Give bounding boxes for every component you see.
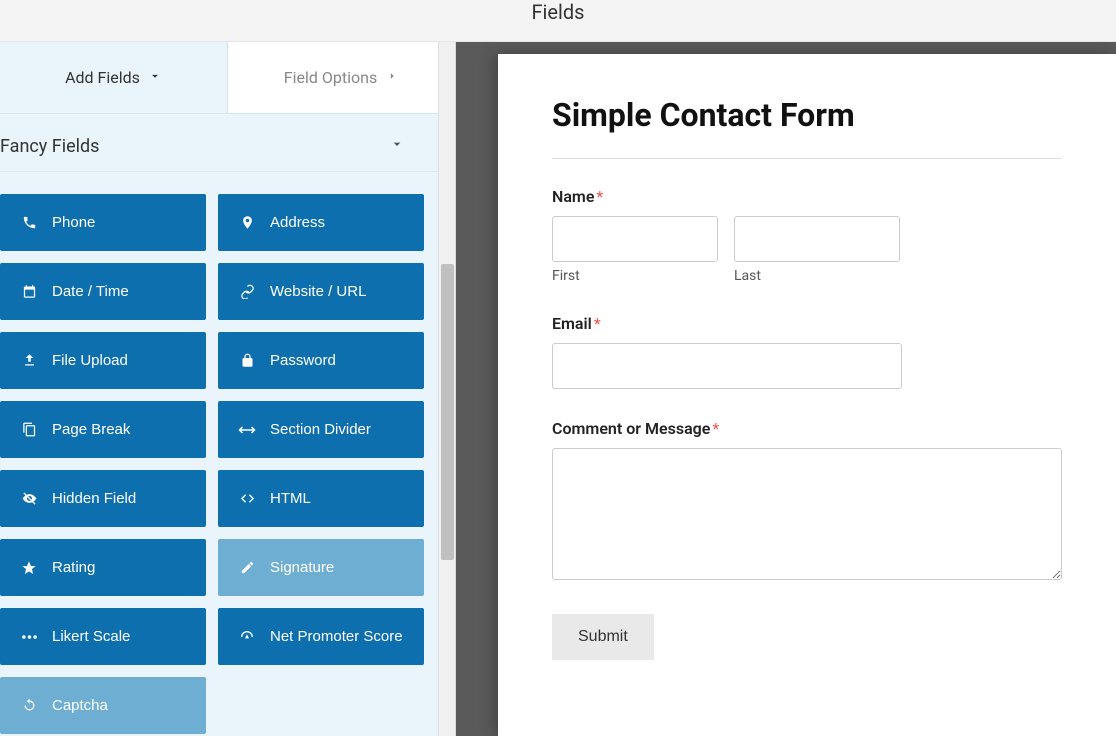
field-html[interactable]: HTML	[218, 470, 424, 527]
field-label: Phone	[52, 214, 95, 231]
field-hidden-field[interactable]: Hidden Field	[0, 470, 206, 527]
divider	[552, 158, 1062, 159]
field-website-url[interactable]: Website / URL	[218, 263, 424, 320]
refresh-icon	[20, 698, 38, 713]
required-asterisk: *	[712, 419, 719, 438]
toolbar-title: Fields	[532, 0, 585, 24]
required-asterisk: *	[594, 314, 601, 333]
tab-add-fields-label: Add Fields	[65, 68, 140, 87]
form-preview-area: Simple Contact Form Name* First Last	[456, 42, 1116, 736]
section-fancy-fields[interactable]: Fancy Fields	[0, 114, 455, 172]
email-label: Email*	[552, 314, 1062, 333]
tab-field-options-label: Field Options	[284, 68, 377, 87]
tab-add-fields[interactable]: Add Fields	[0, 42, 228, 113]
field-label: Password	[270, 352, 336, 369]
upload-icon	[20, 353, 38, 368]
name-first-col: First	[552, 216, 718, 284]
field-captcha[interactable]: Captcha	[0, 677, 206, 734]
gauge-icon	[238, 629, 256, 645]
scrollbar-track[interactable]	[438, 42, 455, 736]
scrollbar-thumb[interactable]	[441, 264, 454, 560]
top-toolbar: Fields	[0, 0, 1116, 42]
name-last-col: Last	[734, 216, 900, 284]
tab-field-options[interactable]: Field Options	[228, 42, 455, 113]
chevron-right-icon	[385, 68, 399, 87]
eye-slash-icon	[20, 491, 38, 506]
email-field-group[interactable]: Email*	[552, 314, 1062, 389]
form-title: Simple Contact Form	[552, 96, 1062, 134]
submit-button[interactable]: Submit	[552, 614, 654, 660]
chevron-down-icon	[148, 68, 162, 87]
field-label: Net Promoter Score	[270, 628, 403, 645]
form-preview-card[interactable]: Simple Contact Form Name* First Last	[498, 54, 1116, 736]
fields-grid: Phone Address Date / Time Website / URL	[0, 172, 435, 734]
field-label: Captcha	[52, 697, 108, 714]
message-field-group[interactable]: Comment or Message*	[552, 419, 1062, 584]
phone-icon	[20, 215, 38, 230]
field-label: Date / Time	[52, 283, 129, 300]
field-label: HTML	[270, 490, 311, 507]
field-signature[interactable]: Signature	[218, 539, 424, 596]
field-rating[interactable]: Rating	[0, 539, 206, 596]
name-first-input[interactable]	[552, 216, 718, 262]
copy-icon	[20, 422, 38, 437]
field-likert-scale[interactable]: Likert Scale	[0, 608, 206, 665]
panel-tabs: Add Fields Field Options	[0, 42, 455, 114]
chevron-down-icon	[389, 136, 427, 157]
link-icon	[238, 284, 256, 299]
field-net-promoter-score[interactable]: Net Promoter Score	[218, 608, 424, 665]
field-label: Likert Scale	[52, 628, 130, 645]
field-label: File Upload	[52, 352, 128, 369]
arrows-horizontal-icon	[238, 424, 256, 436]
email-label-text: Email	[552, 314, 592, 333]
field-label: Website / URL	[270, 283, 366, 300]
field-label: Page Break	[52, 421, 130, 438]
field-password[interactable]: Password	[218, 332, 424, 389]
field-label: Signature	[270, 559, 334, 576]
email-input[interactable]	[552, 343, 902, 389]
section-title: Fancy Fields	[0, 136, 99, 157]
name-row: First Last	[552, 216, 1062, 284]
field-page-break[interactable]: Page Break	[0, 401, 206, 458]
message-label-text: Comment or Message	[552, 419, 710, 438]
field-label: Hidden Field	[52, 490, 136, 507]
field-file-upload[interactable]: File Upload	[0, 332, 206, 389]
name-last-sublabel: Last	[734, 268, 900, 284]
ellipsis-icon	[20, 633, 38, 641]
name-field-group[interactable]: Name* First Last	[552, 187, 1062, 284]
field-label: Section Divider	[270, 421, 371, 438]
map-pin-icon	[238, 215, 256, 230]
calendar-icon	[20, 284, 38, 299]
pencil-icon	[238, 560, 256, 575]
fields-panel: Add Fields Field Options Fancy Fields	[0, 42, 456, 736]
message-textarea[interactable]	[552, 448, 1062, 580]
field-phone[interactable]: Phone	[0, 194, 206, 251]
required-asterisk: *	[596, 187, 603, 206]
main-area: Add Fields Field Options Fancy Fields	[0, 42, 1116, 736]
field-label: Rating	[52, 559, 95, 576]
name-first-sublabel: First	[552, 268, 718, 284]
field-address[interactable]: Address	[218, 194, 424, 251]
lock-icon	[238, 353, 256, 368]
name-last-input[interactable]	[734, 216, 900, 262]
name-label: Name*	[552, 187, 1062, 206]
code-icon	[238, 491, 256, 506]
star-icon	[20, 560, 38, 576]
field-label: Address	[270, 214, 325, 231]
message-label: Comment or Message*	[552, 419, 1062, 438]
name-label-text: Name	[552, 187, 594, 206]
field-section-divider[interactable]: Section Divider	[218, 401, 424, 458]
field-date-time[interactable]: Date / Time	[0, 263, 206, 320]
